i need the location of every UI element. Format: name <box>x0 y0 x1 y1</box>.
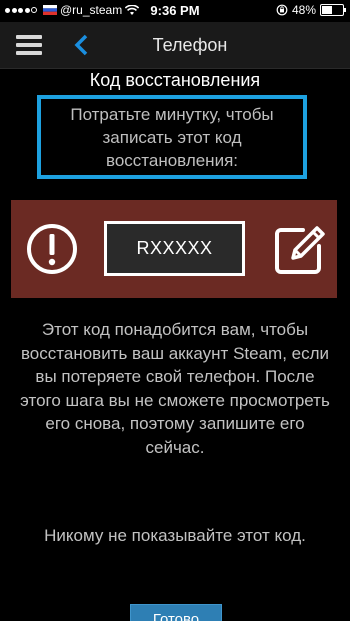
alert-icon <box>27 224 77 274</box>
nav-bar: Телефон <box>0 22 350 69</box>
recovery-code-panel: RXXXXX <box>11 200 337 298</box>
status-right: 48% <box>276 3 346 17</box>
edit-icon[interactable] <box>273 220 329 276</box>
battery-icon <box>320 4 346 16</box>
finish-button[interactable]: Готово <box>130 604 222 621</box>
page-heading: Код восстановления <box>89 70 261 90</box>
warning-text: Никому не показывайте этот код. <box>44 526 306 545</box>
phone-screen: @ru_steam 9:36 PM 48% Телефон Код восста… <box>0 0 350 621</box>
orientation-lock-icon <box>276 4 288 16</box>
battery-percent: 48% <box>291 3 316 17</box>
instruction-box: Потратьте минутку, чтобы записать этот к… <box>37 95 307 179</box>
recovery-code: RXXXXX <box>104 221 245 276</box>
instruction-text: Потратьте минутку, чтобы записать этот к… <box>70 104 274 170</box>
status-bar: @ru_steam 9:36 PM 48% <box>0 0 350 22</box>
nav-title: Телефон <box>152 35 228 55</box>
info-text: Этот код понадобится вам, чтобы восстано… <box>20 320 330 457</box>
